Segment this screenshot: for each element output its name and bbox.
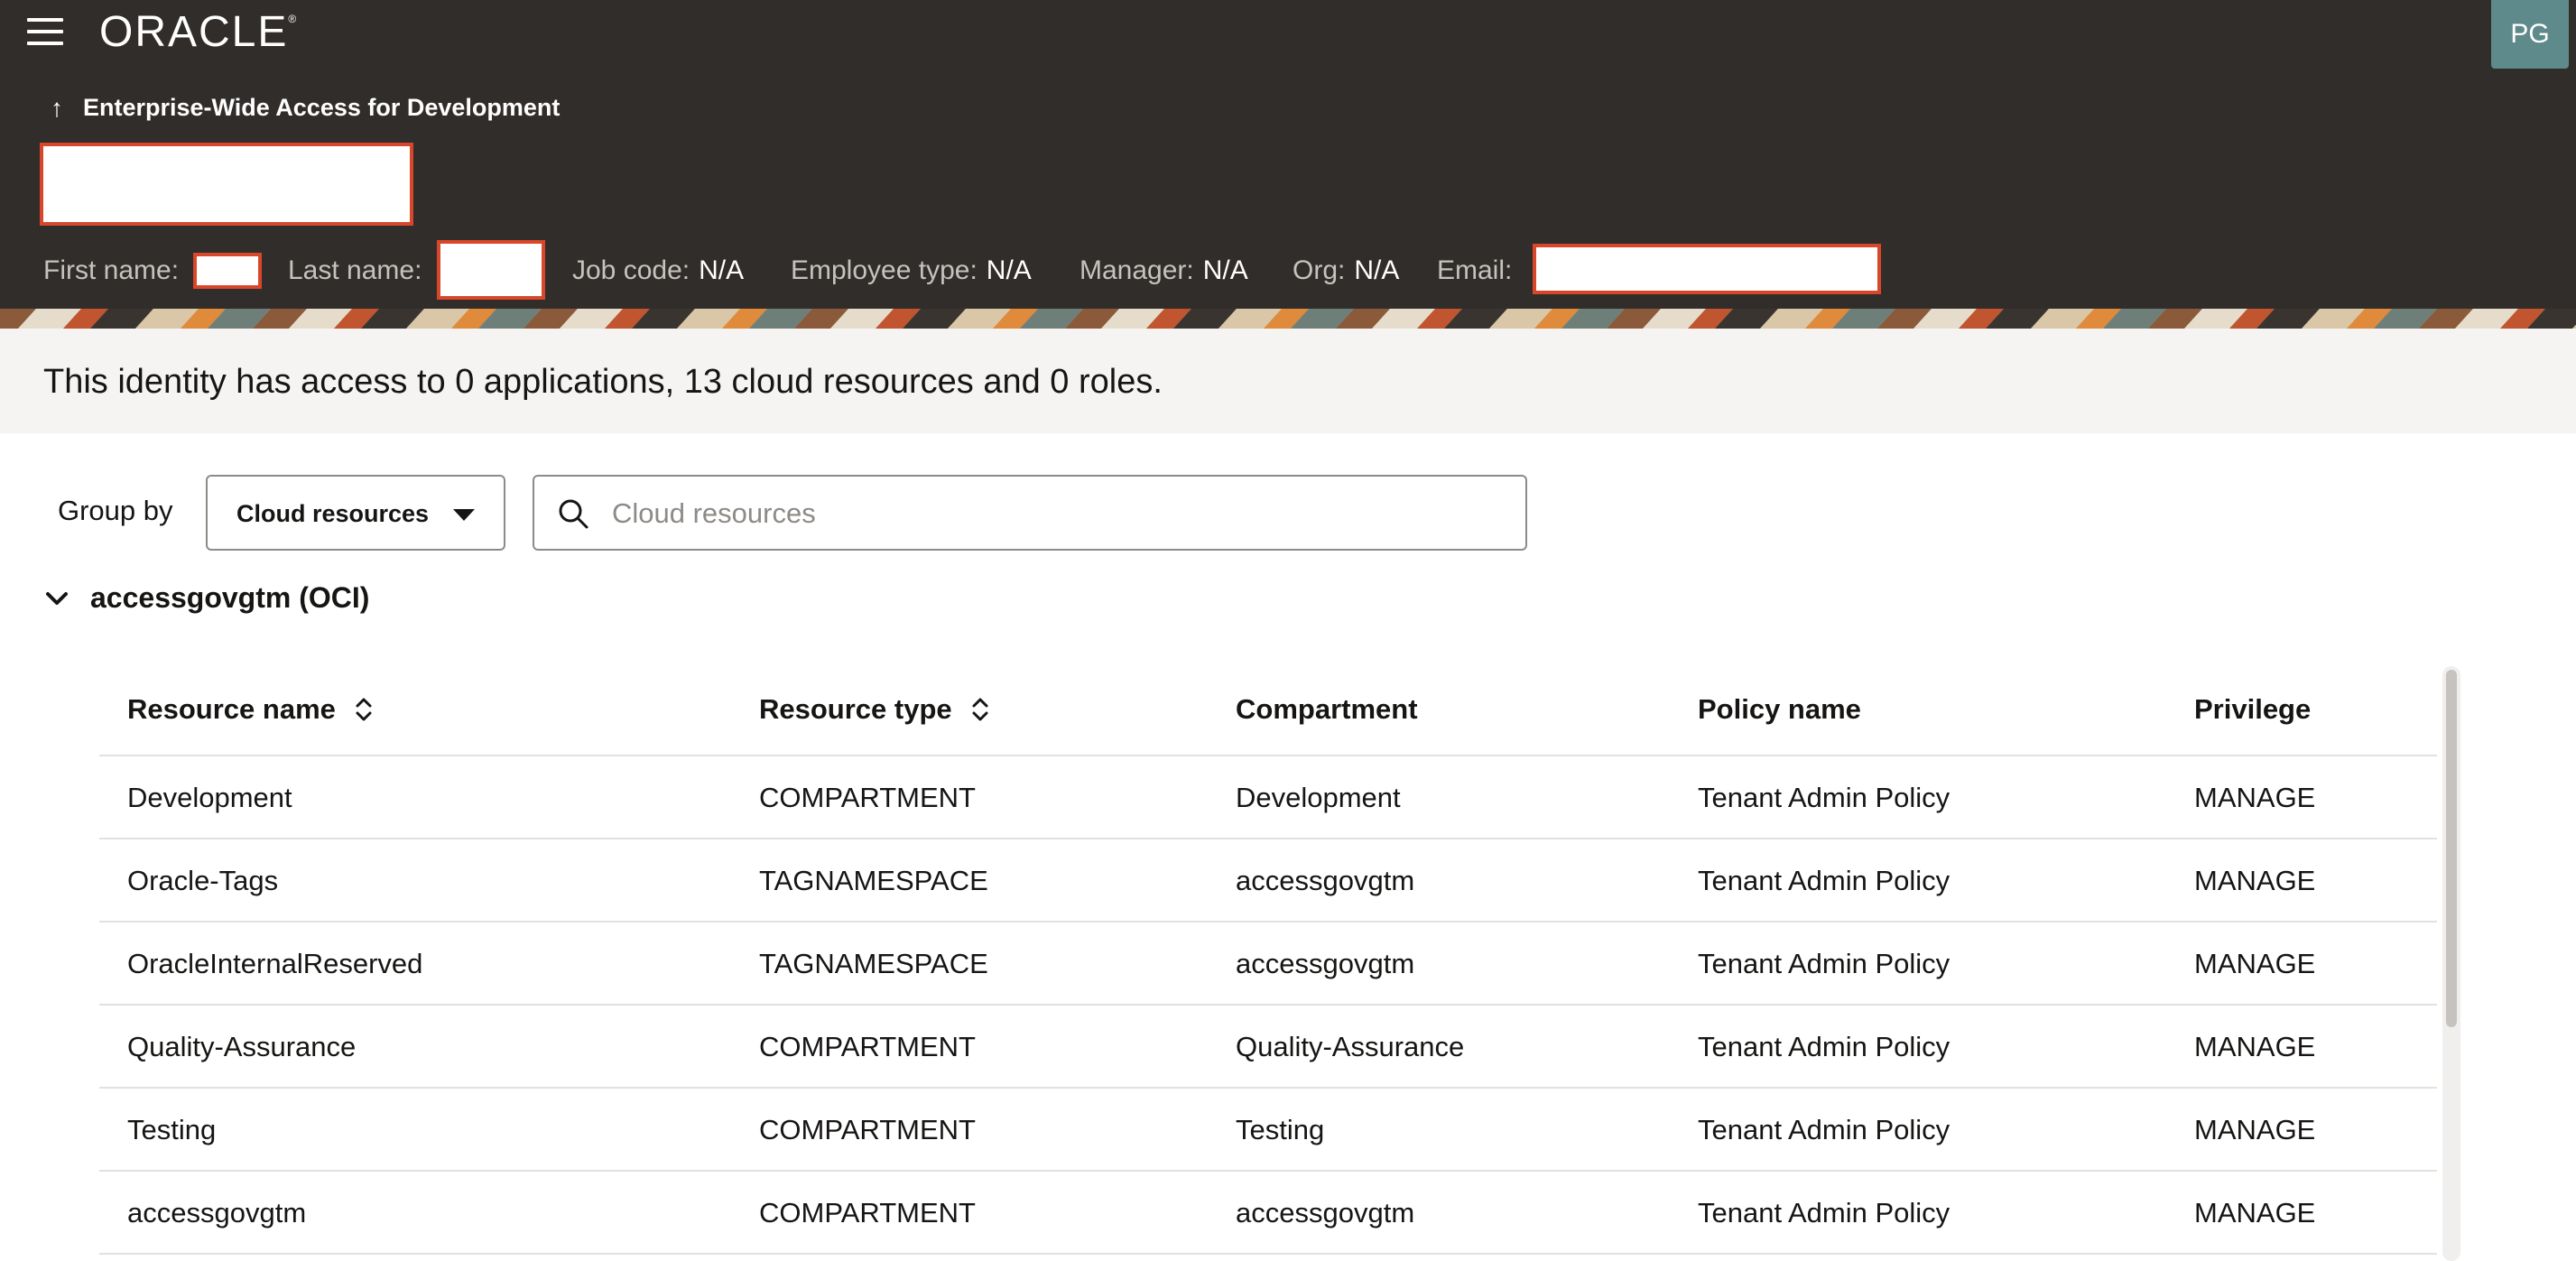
resources-table: Resource name Resource type Compartment …	[99, 666, 2437, 1261]
cell-compartment: accessgovgtm	[1236, 1197, 1415, 1229]
last-name-label: Last name:	[288, 255, 422, 285]
group-by-selected-value: Cloud resources	[236, 500, 430, 527]
access-summary-text: This identity has access to 0 applicatio…	[43, 363, 1163, 401]
group-by-select[interactable]: Cloud resources	[206, 475, 505, 551]
cell-privilege: MANAGE	[2194, 782, 2316, 813]
cell-privilege: MANAGE	[2194, 948, 2316, 979]
cell-policy-name: Tenant Admin Policy	[1698, 865, 1951, 896]
oracle-logo[interactable]: ORACLE®	[99, 7, 296, 57]
cell-resource-name: Oracle-Tags	[127, 865, 279, 896]
table-row[interactable]: Oracle-Tags TAGNAMESPACE accessgovgtm Te…	[99, 839, 2437, 923]
column-header-resource-type[interactable]: Resource type	[759, 693, 990, 726]
group-toggle[interactable]: accessgovgtm (OCI)	[43, 581, 369, 615]
cell-resource-name: accessgovgtm	[127, 1197, 307, 1229]
access-summary-banner: This identity has access to 0 applicatio…	[0, 329, 2576, 433]
manager-label: Manager:	[1080, 255, 1194, 285]
cell-policy-name: Tenant Admin Policy	[1698, 1114, 1951, 1145]
cell-resource-name: Development	[127, 782, 292, 813]
cell-resource-type: TAGNAMESPACE	[759, 865, 988, 896]
table-row[interactable]: Development COMPARTMENT Development Tena…	[99, 756, 2437, 839]
first-name-label: First name:	[43, 255, 180, 285]
cell-privilege: MANAGE	[2194, 865, 2316, 896]
column-header-resource-name[interactable]: Resource name	[127, 693, 374, 726]
job-code-label: Job code:	[572, 255, 690, 285]
search-box[interactable]	[533, 475, 1527, 551]
table-row[interactable]: accessgovgtm COMPARTMENT accessgovgtm Te…	[99, 1172, 2437, 1255]
decorative-banner-pattern	[0, 309, 2576, 329]
employee-type-value: N/A	[986, 255, 1032, 285]
user-avatar[interactable]: PG	[2491, 0, 2569, 69]
cell-compartment: accessgovgtm	[1236, 865, 1415, 896]
search-icon	[559, 499, 588, 529]
cell-policy-name: Tenant Admin Policy	[1698, 782, 1951, 813]
column-header-label: Compartment	[1236, 693, 1418, 725]
column-header-compartment: Compartment	[1236, 693, 1418, 726]
redacted-first-name	[193, 253, 262, 289]
sort-icon[interactable]	[354, 696, 374, 723]
cell-compartment: Testing	[1236, 1114, 1325, 1145]
scrollbar-thumb[interactable]	[2446, 670, 2457, 1027]
page-header: ORACLE® PG ↑ Enterprise-Wide Access for …	[0, 0, 2576, 309]
back-link[interactable]: ↑ Enterprise-Wide Access for Development	[51, 94, 560, 122]
cell-resource-type: COMPARTMENT	[759, 1031, 976, 1062]
employee-type-label: Employee type:	[791, 255, 978, 285]
cell-compartment: Quality-Assurance	[1236, 1031, 1465, 1062]
column-header-privilege: Privilege	[2194, 693, 2311, 726]
redacted-email	[1533, 244, 1881, 294]
org-label: Org:	[1293, 255, 1346, 285]
search-input[interactable]	[612, 489, 1506, 538]
table-row[interactable]: OracleInternalReserved TAGNAMESPACE acce…	[99, 923, 2437, 1006]
cell-policy-name: Tenant Admin Policy	[1698, 948, 1951, 979]
org-value: N/A	[1354, 255, 1400, 285]
cell-resource-type: TAGNAMESPACE	[759, 948, 988, 979]
manager-value: N/A	[1202, 255, 1248, 285]
cell-policy-name: Tenant Admin Policy	[1698, 1031, 1951, 1062]
cell-resource-name: Testing	[127, 1114, 217, 1145]
arrow-up-icon: ↑	[51, 93, 63, 122]
column-header-label: Privilege	[2194, 693, 2312, 725]
back-link-label: Enterprise-Wide Access for Development	[83, 94, 561, 121]
cell-resource-name: OracleInternalReserved	[127, 948, 423, 979]
cell-resource-type: COMPARTMENT	[759, 782, 976, 813]
table-row[interactable]: Testing COMPARTMENT Testing Tenant Admin…	[99, 1089, 2437, 1172]
job-code-value: N/A	[699, 255, 745, 285]
email-label: Email:	[1437, 255, 1513, 285]
cell-resource-name: Quality-Assurance	[127, 1031, 357, 1062]
cell-privilege: MANAGE	[2194, 1031, 2316, 1062]
redacted-identity-name	[40, 143, 413, 226]
redacted-last-name	[437, 240, 545, 300]
caret-down-icon	[453, 509, 475, 521]
table-scrollbar[interactable]	[2442, 666, 2460, 1261]
cell-policy-name: Tenant Admin Policy	[1698, 1197, 1951, 1229]
menu-icon[interactable]	[27, 18, 63, 45]
table-row[interactable]: Quality-Assurance COMPARTMENT Quality-As…	[99, 1006, 2437, 1089]
cell-privilege: MANAGE	[2194, 1197, 2316, 1229]
column-header-label: Resource name	[127, 693, 336, 725]
group-title: accessgovgtm (OCI)	[90, 581, 370, 614]
cell-resource-type: COMPARTMENT	[759, 1197, 976, 1229]
column-header-label: Resource type	[759, 693, 952, 725]
column-header-policy-name: Policy name	[1698, 693, 1861, 726]
chevron-down-icon	[46, 591, 68, 605]
sort-icon[interactable]	[970, 696, 990, 723]
table-header: Resource name Resource type Compartment …	[99, 666, 2437, 756]
cell-compartment: Development	[1236, 782, 1401, 813]
cell-privilege: MANAGE	[2194, 1114, 2316, 1145]
group-by-label: Group by	[58, 495, 173, 526]
cell-compartment: accessgovgtm	[1236, 948, 1415, 979]
column-header-label: Policy name	[1698, 693, 1861, 725]
cell-resource-type: COMPARTMENT	[759, 1114, 976, 1145]
